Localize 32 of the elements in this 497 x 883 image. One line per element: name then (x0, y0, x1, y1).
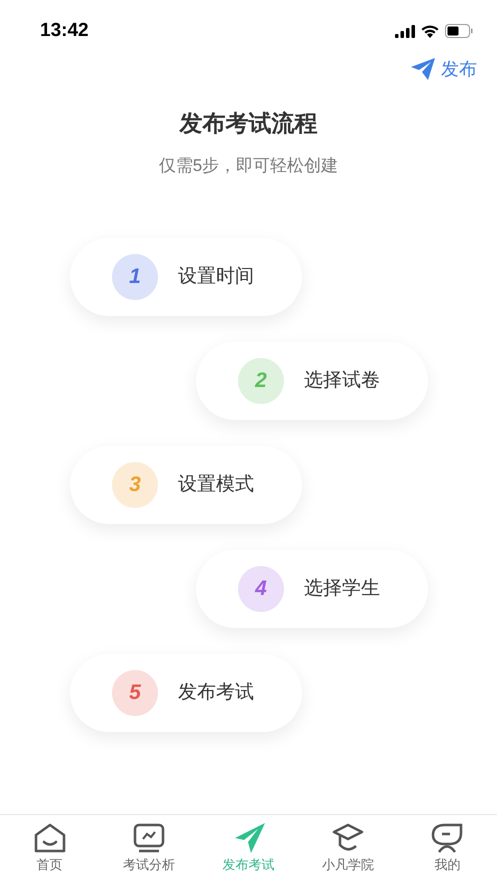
step-card[interactable]: 4 选择学生 (196, 550, 428, 628)
chart-monitor-icon (133, 823, 166, 853)
graduation-cap-icon (332, 823, 364, 853)
tab-bar-item[interactable]: 我的 (398, 815, 497, 883)
publish-button[interactable]: 发布 (411, 56, 477, 82)
step-label: 选择试卷 (304, 368, 380, 393)
status-time: 13:42 (40, 18, 89, 43)
step-label: 选择学生 (304, 576, 380, 601)
step-number: 5 (112, 670, 158, 716)
face-icon (431, 823, 464, 853)
step-label: 发布考试 (178, 680, 254, 705)
house-icon (34, 823, 66, 853)
step-number: 4 (238, 566, 284, 612)
step-number: 1 (112, 254, 158, 300)
tab-bar-item[interactable]: 考试分析 (99, 815, 199, 883)
tab-bar-item[interactable]: 小凡学院 (298, 815, 398, 883)
step-label: 设置时间 (178, 264, 254, 289)
signal-icon (395, 24, 415, 38)
paper-plane-icon (411, 58, 435, 80)
page-subtitle: 仅需5步，即可轻松创建 (158, 154, 338, 176)
step-label: 设置模式 (178, 472, 254, 497)
battery-icon (445, 24, 473, 38)
tab-bar-item[interactable]: 首页 (0, 815, 100, 883)
step-number: 3 (112, 462, 158, 508)
step-card[interactable]: 1 设置时间 (70, 238, 302, 316)
step-card[interactable]: 2 选择试卷 (196, 342, 428, 420)
page-title: 发布考试流程 (180, 109, 318, 138)
step-card[interactable]: 5 发布考试 (70, 654, 302, 732)
paper-plane-icon (232, 823, 265, 853)
step-card[interactable]: 3 设置模式 (70, 446, 302, 524)
wifi-icon (421, 24, 439, 38)
step-number: 2 (238, 358, 284, 404)
